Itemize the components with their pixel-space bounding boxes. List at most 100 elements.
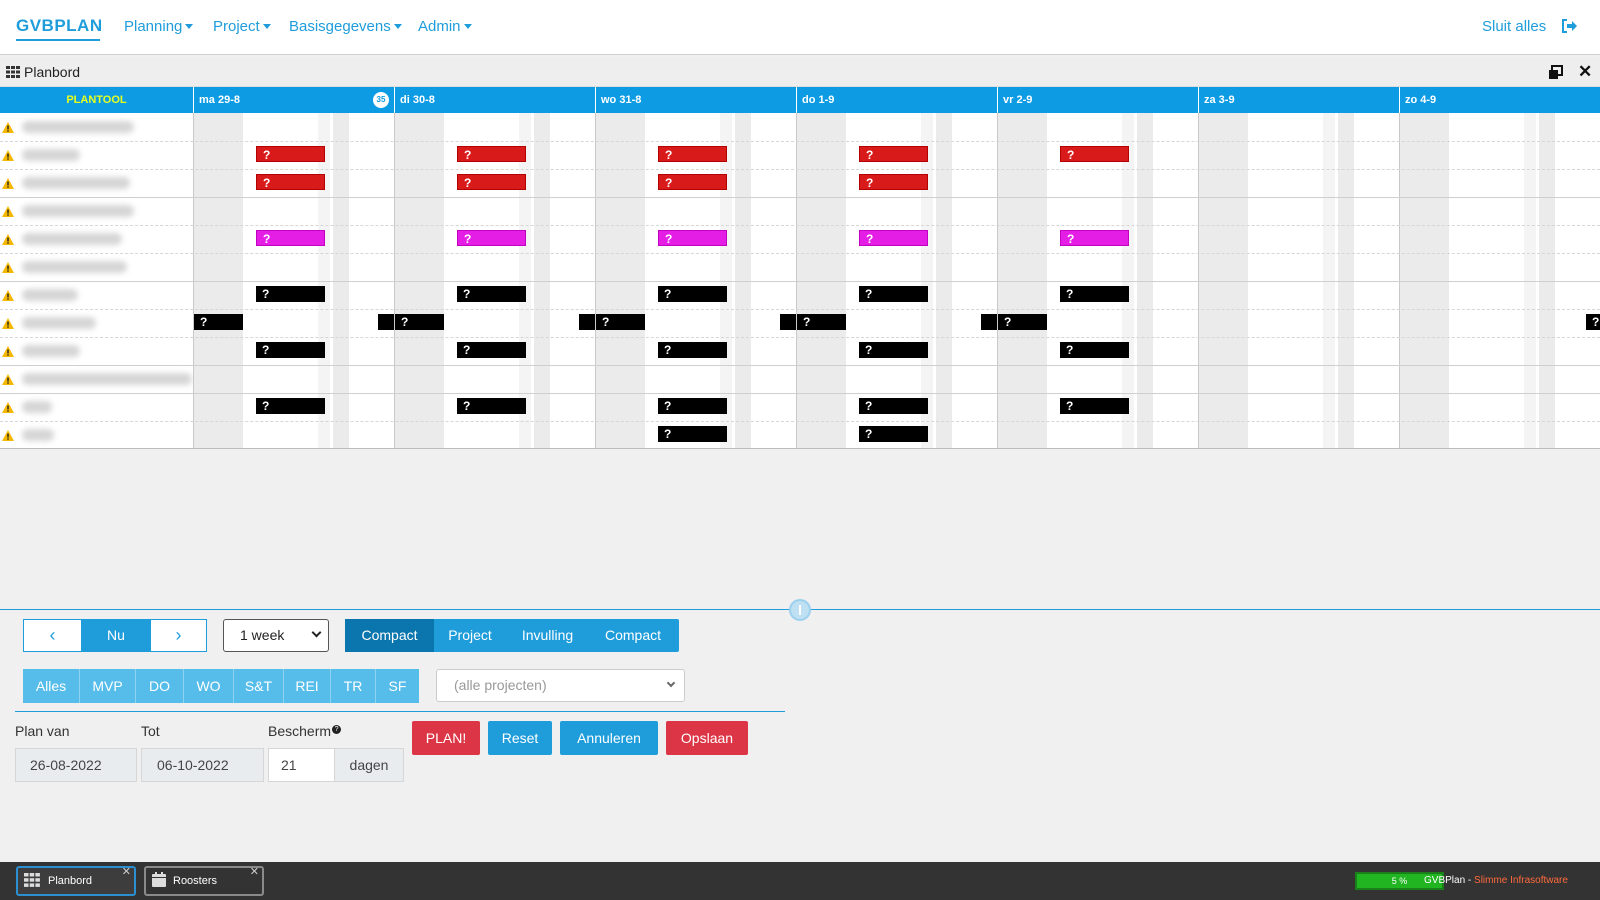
task-block[interactable]: ?	[859, 230, 928, 246]
period-select[interactable]: 1 week	[223, 619, 329, 652]
resource-name[interactable]	[22, 373, 192, 385]
next-week-button[interactable]: ›	[151, 620, 206, 651]
day-header-fri[interactable]: vr 2-9	[997, 87, 1198, 113]
task-block[interactable]: ?	[859, 286, 928, 302]
warning-icon[interactable]	[2, 262, 14, 273]
task-block[interactable]: ?	[1586, 314, 1600, 330]
task-block[interactable]: ?	[596, 314, 645, 330]
warning-icon[interactable]	[2, 122, 14, 133]
task-block[interactable]: ?	[859, 174, 928, 190]
save-button[interactable]: Opslaan	[666, 721, 748, 755]
task-block[interactable]: ?	[797, 314, 846, 330]
protect-days-input[interactable]: 21	[268, 748, 335, 782]
filter-alles[interactable]: Alles	[23, 669, 80, 703]
warning-icon[interactable]	[2, 402, 14, 413]
task-block[interactable]: ?	[1060, 286, 1129, 302]
task-block[interactable]: ?	[457, 398, 526, 414]
view-compact-button[interactable]: Compact	[345, 619, 434, 652]
warning-icon[interactable]	[2, 206, 14, 217]
day-header-sun[interactable]: zo 4-9	[1399, 87, 1600, 113]
task-block[interactable]	[378, 314, 394, 330]
task-block[interactable]: ?	[1060, 146, 1129, 162]
task-block[interactable]: ?	[256, 398, 325, 414]
task-block[interactable]: ?	[256, 230, 325, 246]
warning-icon[interactable]	[2, 318, 14, 329]
project-select[interactable]: (alle projecten)	[436, 669, 685, 702]
task-block[interactable]: ?	[658, 286, 727, 302]
menu-basisgegevens[interactable]: Basisgegevens	[289, 18, 402, 35]
filter-sf[interactable]: SF	[376, 669, 419, 703]
taskbar-tab-roosters[interactable]: Roosters ✕	[144, 866, 264, 896]
warning-icon[interactable]	[2, 234, 14, 245]
day-header-thu[interactable]: do 1-9	[796, 87, 997, 113]
plan-from-field[interactable]: 26-08-2022	[15, 748, 137, 782]
task-block[interactable]: ?	[457, 342, 526, 358]
task-block[interactable]: ?	[1060, 342, 1129, 358]
view-compact-alt-button[interactable]: Compact	[589, 619, 677, 652]
splitter-handle-icon[interactable]	[789, 599, 811, 621]
menu-admin[interactable]: Admin	[418, 18, 472, 35]
plan-button[interactable]: PLAN!	[412, 721, 480, 755]
cancel-button[interactable]: Annuleren	[560, 721, 658, 755]
logout-icon[interactable]	[1561, 19, 1577, 33]
resource-name[interactable]	[22, 401, 52, 413]
day-header-wed[interactable]: wo 31-8	[595, 87, 796, 113]
restore-window-icon[interactable]	[1548, 65, 1563, 80]
filter-st[interactable]: S&T	[234, 669, 284, 703]
task-block[interactable]	[981, 314, 997, 330]
resource-name[interactable]	[22, 317, 96, 329]
filter-rei[interactable]: REI	[284, 669, 331, 703]
task-block[interactable]: ?	[658, 230, 727, 246]
resource-name[interactable]	[22, 205, 134, 217]
close-icon[interactable]: ✕	[250, 859, 259, 885]
warning-icon[interactable]	[2, 430, 14, 441]
warning-icon[interactable]	[2, 150, 14, 161]
warning-icon[interactable]	[2, 346, 14, 357]
filter-do[interactable]: DO	[136, 669, 184, 703]
taskbar-tab-planbord[interactable]: Planbord ✕	[16, 866, 136, 896]
task-block[interactable]: ?	[256, 342, 325, 358]
close-all-link[interactable]: Sluit alles	[1482, 18, 1546, 35]
filter-tr[interactable]: TR	[331, 669, 376, 703]
footer-company-link[interactable]: Slimme Infrasoftware	[1474, 875, 1568, 886]
menu-planning[interactable]: Planning	[124, 18, 194, 35]
task-block[interactable]: ?	[395, 314, 444, 330]
task-block[interactable]: ?	[658, 342, 727, 358]
prev-week-button[interactable]: ‹	[24, 620, 81, 651]
task-block[interactable]: ?	[658, 426, 727, 442]
task-block[interactable]: ?	[1060, 398, 1129, 414]
task-block[interactable]: ?	[658, 174, 727, 190]
task-block[interactable]: ?	[457, 286, 526, 302]
resource-name[interactable]	[22, 429, 54, 441]
day-header-mon[interactable]: ma 29-8	[193, 87, 394, 113]
filter-mvp[interactable]: MVP	[80, 669, 136, 703]
warning-icon[interactable]	[2, 178, 14, 189]
task-block[interactable]: ?	[859, 398, 928, 414]
task-block[interactable]: ?	[859, 342, 928, 358]
task-block[interactable]: ?	[194, 314, 243, 330]
brand-logo[interactable]: GVBPLAN	[16, 16, 103, 36]
task-block[interactable]: ?	[457, 230, 526, 246]
resource-name[interactable]	[22, 261, 127, 273]
task-block[interactable]: ?	[256, 146, 325, 162]
filter-wo[interactable]: WO	[184, 669, 234, 703]
help-icon[interactable]: ?	[332, 725, 342, 734]
day-header-tue[interactable]: di 30-8	[394, 87, 595, 113]
task-block[interactable]: ?	[658, 398, 727, 414]
menu-project[interactable]: Project	[213, 18, 271, 35]
close-window-icon[interactable]: ✕	[1578, 63, 1592, 80]
task-block[interactable]: ?	[998, 314, 1047, 330]
task-block[interactable]: ?	[457, 146, 526, 162]
task-block[interactable]: ?	[859, 426, 928, 442]
close-icon[interactable]: ✕	[122, 859, 131, 885]
view-project-button[interactable]: Project	[434, 619, 506, 652]
view-invulling-button[interactable]: Invulling	[506, 619, 589, 652]
reset-button[interactable]: Reset	[488, 721, 552, 755]
warning-icon[interactable]	[2, 374, 14, 385]
resource-name[interactable]	[22, 149, 80, 161]
task-block[interactable]: ?	[859, 146, 928, 162]
task-block[interactable]	[579, 314, 595, 330]
resource-name[interactable]	[22, 289, 78, 301]
resource-name[interactable]	[22, 345, 80, 357]
today-button[interactable]: Nu	[81, 620, 151, 651]
